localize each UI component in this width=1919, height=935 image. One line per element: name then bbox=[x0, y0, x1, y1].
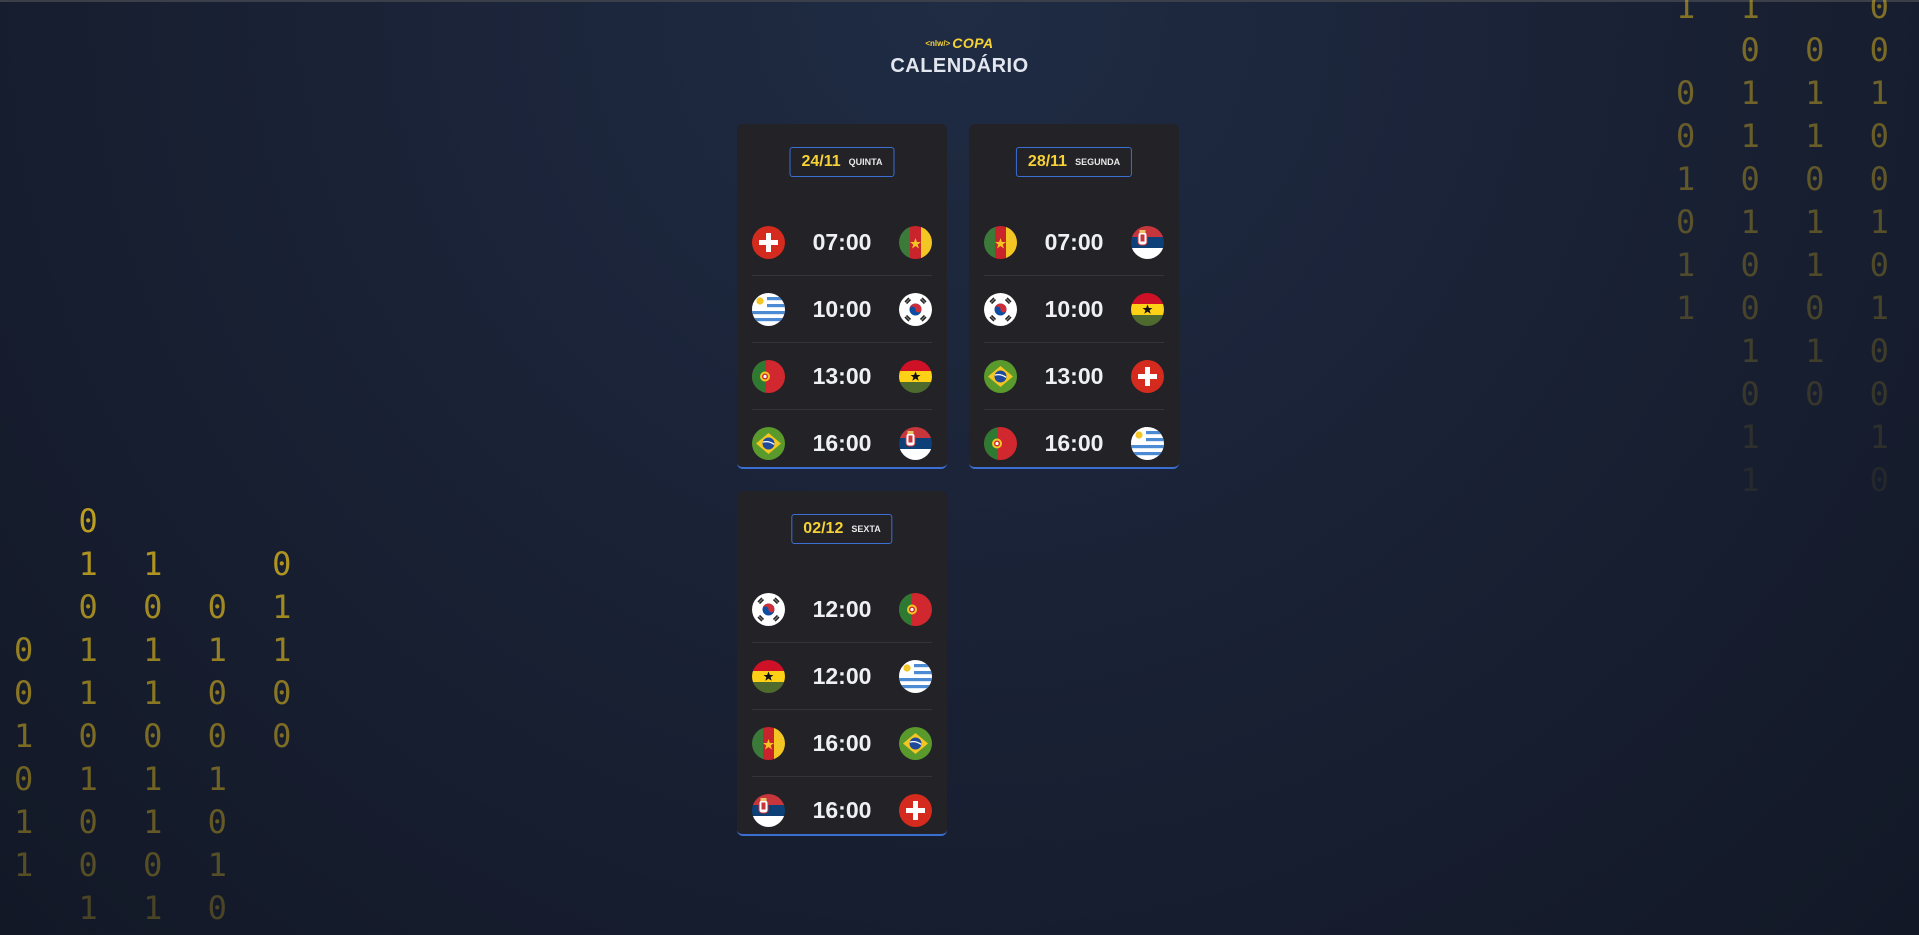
cameroon-flag-icon bbox=[984, 225, 1017, 259]
cameroon-flag-icon bbox=[752, 726, 785, 760]
uruguay-flag-icon bbox=[752, 292, 785, 326]
portugal-flag-icon bbox=[752, 359, 785, 393]
uruguay-flag-icon bbox=[1130, 427, 1164, 460]
game-row: 12:00 bbox=[752, 576, 932, 643]
binary-row: 1 0 0 1 bbox=[14, 846, 240, 884]
date-number: 02/12 bbox=[803, 520, 844, 537]
portugal-flag-icon bbox=[898, 592, 932, 626]
switzerland-flag-icon bbox=[1130, 359, 1164, 393]
uruguay-flag-icon bbox=[898, 659, 932, 693]
game-row: 07:00 bbox=[984, 209, 1164, 276]
binary-row: 1 0 1 0 bbox=[14, 803, 240, 841]
binary-row: 1 0 1 0 bbox=[1676, 246, 1902, 284]
game-row: 12:00 bbox=[752, 643, 932, 710]
game-row: 16:00 bbox=[752, 777, 932, 844]
cameroon-flag-icon bbox=[898, 225, 932, 259]
binary-row: 0 0 0 bbox=[1676, 375, 1902, 413]
ghana-flag-icon bbox=[1130, 292, 1164, 326]
day-card: 28/11 SEGUNDA 07:00 10:00 13:00 16:00 bbox=[969, 124, 1179, 469]
game-row: 16:00 bbox=[752, 710, 932, 777]
logo: <nlw/> COPA bbox=[925, 35, 993, 52]
game-time: 13:00 bbox=[1044, 362, 1104, 389]
south-korea-flag-icon bbox=[984, 292, 1017, 326]
binary-row: 1 0 0 0 0 bbox=[14, 717, 305, 755]
binary-row: 1 1 0 bbox=[14, 545, 305, 583]
date-weekday: QUINTA bbox=[848, 157, 883, 167]
date-weekday: SEGUNDA bbox=[1075, 157, 1121, 167]
binary-row: 0 1 1 1 1 bbox=[14, 631, 305, 669]
binary-row: 1 0 0 0 0 bbox=[1676, 160, 1902, 198]
binary-row: 1 1 0 bbox=[1676, 0, 1902, 26]
games-list: 07:00 10:00 13:00 16:00 bbox=[752, 209, 932, 477]
switzerland-flag-icon bbox=[752, 225, 785, 259]
game-row: 10:00 bbox=[984, 276, 1164, 343]
games-list: 12:00 12:00 16:00 16:00 bbox=[752, 576, 932, 844]
game-row: 16:00 bbox=[984, 410, 1164, 477]
games-list: 07:00 10:00 13:00 16:00 bbox=[984, 209, 1164, 477]
serbia-flag-icon bbox=[1130, 225, 1164, 259]
date-weekday: SEXTA bbox=[851, 524, 881, 534]
brazil-flag-icon bbox=[984, 359, 1017, 393]
binary-row: 0 1 1 0 0 bbox=[1676, 117, 1902, 155]
game-row: 07:00 bbox=[752, 209, 932, 276]
top-divider bbox=[0, 0, 1919, 2]
binary-rain-left: 0 1 1 0 0 0 0 1 0 1 1 1 1 0 1 1 0 0 1 0 0 0… bbox=[14, 500, 304, 930]
game-time: 07:00 bbox=[1044, 228, 1104, 255]
page-header: <nlw/> COPA CALENDÁRIO bbox=[0, 33, 1919, 78]
binary-row: 1 1 bbox=[1676, 418, 1902, 456]
game-row: 13:00 bbox=[984, 343, 1164, 410]
switzerland-flag-icon bbox=[898, 794, 932, 827]
south-korea-flag-icon bbox=[752, 592, 785, 626]
game-time: 16:00 bbox=[812, 430, 872, 456]
game-time: 16:00 bbox=[812, 729, 872, 756]
date-badge: 24/11 QUINTA bbox=[789, 147, 895, 177]
game-time: 12:00 bbox=[812, 595, 872, 622]
binary-row: 0 1 1 1 1 bbox=[1676, 74, 1902, 112]
date-badge: 28/11 SEGUNDA bbox=[1015, 147, 1133, 177]
binary-row: 0 1 1 1 bbox=[14, 760, 240, 798]
serbia-flag-icon bbox=[752, 794, 785, 827]
binary-row: 0 1 1 1 bbox=[1676, 203, 1902, 241]
ghana-flag-icon bbox=[752, 659, 785, 693]
logo-name: COPA bbox=[952, 35, 994, 51]
game-time: 16:00 bbox=[812, 797, 872, 823]
game-row: 16:00 bbox=[752, 410, 932, 477]
binary-row: 0 1 1 0 0 bbox=[14, 674, 305, 712]
day-card: 02/12 SEXTA 12:00 12:00 16:00 16:00 bbox=[737, 491, 947, 836]
logo-tag: <nlw/> bbox=[925, 39, 951, 48]
game-row: 10:00 bbox=[752, 276, 932, 343]
game-time: 16:00 bbox=[1044, 430, 1104, 456]
game-time: 10:00 bbox=[812, 295, 872, 322]
brazil-flag-icon bbox=[752, 427, 785, 460]
day-card: 24/11 QUINTA 07:00 10:00 13:00 16:00 bbox=[737, 124, 947, 469]
date-badge: 02/12 SEXTA bbox=[791, 514, 893, 544]
game-time: 13:00 bbox=[812, 362, 872, 389]
serbia-flag-icon bbox=[898, 427, 932, 460]
portugal-flag-icon bbox=[984, 427, 1017, 460]
binary-row: 1 0 bbox=[1676, 461, 1902, 499]
game-time: 12:00 bbox=[812, 662, 872, 689]
game-time: 07:00 bbox=[812, 228, 872, 255]
binary-row: 1 0 0 1 bbox=[1676, 289, 1902, 327]
binary-row: 1 1 0 bbox=[14, 889, 240, 927]
binary-row: 0 0 0 1 bbox=[14, 588, 305, 626]
binary-row: 0 bbox=[14, 502, 111, 540]
page-title: CALENDÁRIO bbox=[890, 55, 1029, 77]
ghana-flag-icon bbox=[898, 359, 932, 393]
south-korea-flag-icon bbox=[898, 292, 932, 326]
binary-row: 1 1 0 bbox=[1676, 332, 1902, 370]
date-number: 28/11 bbox=[1027, 153, 1068, 170]
game-time: 10:00 bbox=[1044, 295, 1104, 322]
brazil-flag-icon bbox=[898, 726, 932, 760]
date-number: 24/11 bbox=[801, 153, 841, 170]
game-row: 13:00 bbox=[752, 343, 932, 410]
